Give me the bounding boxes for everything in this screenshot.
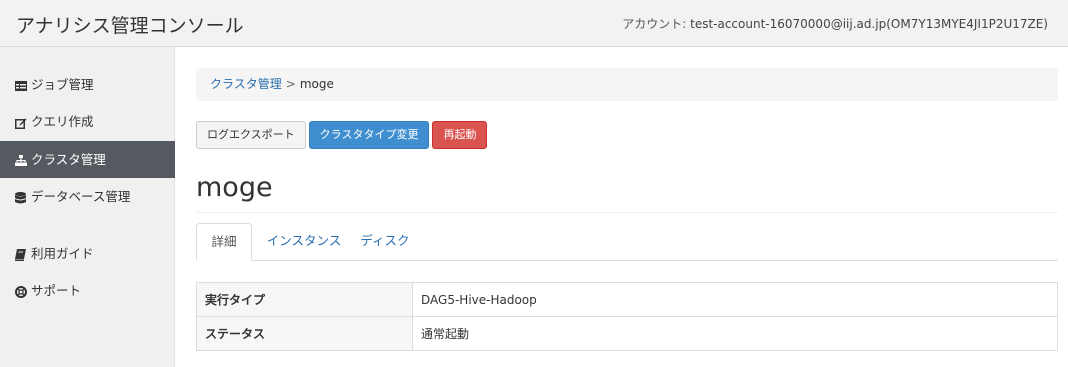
- title-divider: [196, 212, 1058, 213]
- sitemap-icon: [15, 155, 28, 166]
- job-list-icon: [15, 80, 28, 91]
- sidebar-item-label: クラスタ管理: [31, 152, 106, 167]
- details-table: 実行タイプ DAG5-Hive-Hadoop ステータス 通常起動: [196, 282, 1058, 351]
- account-info: アカウント: test-account-16070000@iij.ad.jp(O…: [622, 15, 1048, 32]
- breadcrumb-separator: >: [285, 77, 296, 91]
- table-row: ステータス 通常起動: [196, 316, 1058, 351]
- lifebuoy-icon: [15, 285, 28, 298]
- restart-button[interactable]: 再起動: [432, 121, 488, 149]
- export-log-button[interactable]: ログエクスポート: [196, 121, 306, 149]
- sidebar-item-support[interactable]: サポート: [0, 272, 175, 309]
- sidebar-item-label: サポート: [31, 283, 82, 298]
- change-cluster-type-button[interactable]: クラスタタイプ変更: [308, 121, 430, 149]
- sidebar: ジョブ管理 クエリ作成 クラスタ管理 データベース管理 利用ガイド サポート: [0, 47, 175, 367]
- main-content: クラスタ管理 > moge ログエクスポート クラスタタイプ変更 再起動 moge 詳細…: [196, 68, 1058, 351]
- detail-key-exec-type: 実行タイプ: [196, 282, 413, 317]
- database-icon: [15, 191, 28, 204]
- detail-key-status: ステータス: [196, 316, 413, 351]
- action-buttons: ログエクスポート クラスタタイプ変更 再起動: [196, 121, 490, 149]
- sidebar-item-cluster[interactable]: クラスタ管理: [0, 141, 175, 178]
- app-title[interactable]: アナリシス管理コンソール: [16, 11, 244, 38]
- breadcrumb-current: moge: [299, 77, 334, 91]
- book-icon: [15, 248, 28, 261]
- account-value: test-account-16070000@iij.ad.jp(OM7Y13MY…: [690, 17, 1048, 31]
- detail-value-exec-type: DAG5-Hive-Hadoop: [412, 282, 1058, 317]
- sidebar-item-query[interactable]: クエリ作成: [0, 103, 175, 140]
- tab-instances[interactable]: インスタンス: [256, 223, 352, 261]
- account-label: アカウント:: [622, 17, 691, 31]
- edit-icon: [15, 117, 28, 129]
- sidebar-item-database[interactable]: データベース管理: [0, 178, 175, 215]
- detail-value-status: 通常起動: [412, 316, 1058, 351]
- top-bar: アナリシス管理コンソール アカウント: test-account-1607000…: [0, 0, 1068, 47]
- sidebar-item-label: 利用ガイド: [31, 246, 94, 261]
- sidebar-item-label: データベース管理: [31, 189, 131, 204]
- sidebar-item-label: ジョブ管理: [31, 77, 94, 92]
- breadcrumb: クラスタ管理 > moge: [196, 68, 1058, 101]
- tab-details[interactable]: 詳細: [196, 223, 252, 261]
- tab-disks[interactable]: ディスク: [352, 223, 418, 261]
- breadcrumb-link-cluster[interactable]: クラスタ管理: [210, 77, 282, 91]
- sidebar-item-guide[interactable]: 利用ガイド: [0, 235, 175, 272]
- page-title: moge: [196, 172, 273, 203]
- sidebar-item-label: クエリ作成: [31, 114, 94, 129]
- sidebar-item-jobs[interactable]: ジョブ管理: [0, 66, 175, 103]
- table-row: 実行タイプ DAG5-Hive-Hadoop: [196, 282, 1058, 317]
- tab-bar: 詳細 インスタンス ディスク: [196, 223, 1058, 261]
